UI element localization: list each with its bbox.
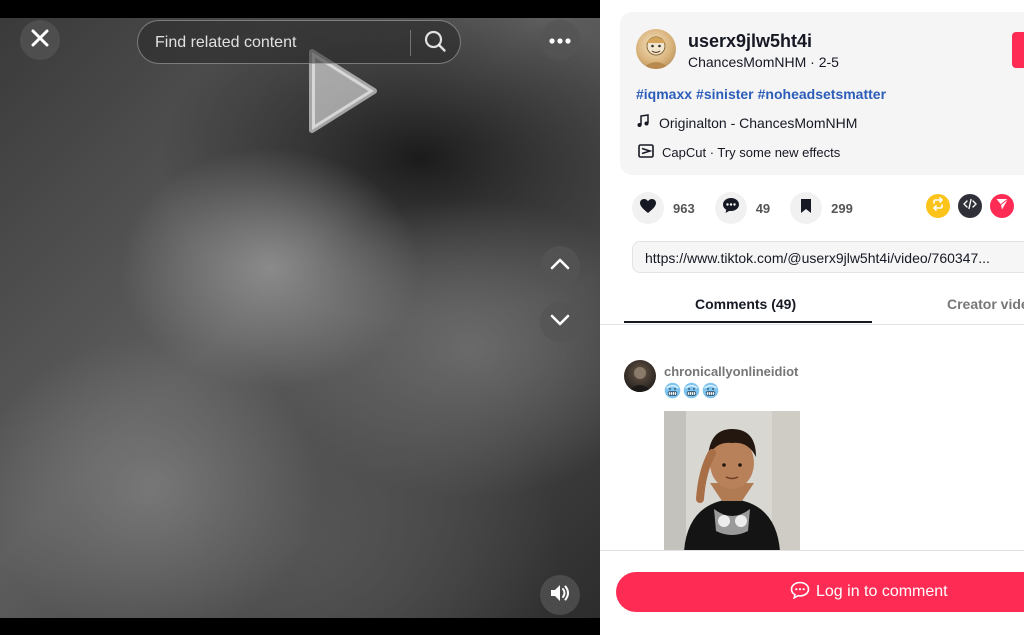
more-icon xyxy=(549,31,571,49)
capcut-label: CapCut · Try some new effects xyxy=(662,144,841,160)
cold-face-emoji-icon xyxy=(664,382,681,404)
embed-button[interactable] xyxy=(958,194,982,218)
video-player[interactable] xyxy=(0,0,600,635)
author-card: userx9jlw5ht4i ChancesMomNHM · 2-5 #iqma… xyxy=(620,12,1024,175)
music-label: Originalton - ChancesMomNHM xyxy=(659,114,858,131)
capcut-icon xyxy=(638,143,654,161)
commenter-avatar[interactable] xyxy=(624,360,656,392)
post-date: 2-5 xyxy=(818,54,839,70)
heart-icon xyxy=(639,198,657,219)
active-tab-indicator xyxy=(624,321,872,323)
embed-code-icon xyxy=(963,197,977,215)
author-avatar[interactable] xyxy=(636,29,676,69)
login-label: Log in to comment xyxy=(816,583,948,600)
music-link[interactable]: Originalton - ChancesMomNHM xyxy=(636,114,857,131)
next-video-button[interactable] xyxy=(540,302,580,342)
comment-count: 49 xyxy=(755,200,771,216)
cold-face-emoji-icon xyxy=(683,382,700,404)
comment-circle xyxy=(714,192,747,224)
comment-footer: Log in to comment xyxy=(600,550,1024,635)
bookmark-icon xyxy=(800,198,812,219)
comment-text xyxy=(664,382,719,404)
chevron-down-icon xyxy=(550,313,570,331)
close-button[interactable] xyxy=(20,20,60,60)
capcut-link[interactable]: CapCut · Try some new effects xyxy=(632,139,846,165)
send-button[interactable] xyxy=(990,194,1014,218)
share-icons xyxy=(926,194,1014,218)
tab-comments[interactable]: Comments (49) xyxy=(695,296,796,312)
cold-face-emoji-icon xyxy=(702,382,719,404)
comment-button[interactable]: 49 xyxy=(714,192,771,224)
like-button[interactable]: 963 xyxy=(632,192,695,224)
tab-creator-videos[interactable]: Creator videos xyxy=(947,296,1024,312)
comment-image[interactable] xyxy=(664,411,800,551)
volume-button[interactable] xyxy=(540,575,580,615)
chevron-up-icon xyxy=(550,257,570,275)
video-link-box: https://www.tiktok.com/@userx9jlw5ht4i/v… xyxy=(632,241,1024,273)
like-count: 963 xyxy=(673,200,695,216)
follow-button[interactable] xyxy=(1012,32,1024,68)
more-options-button[interactable] xyxy=(540,20,580,60)
video-link-text[interactable]: https://www.tiktok.com/@userx9jlw5ht4i/v… xyxy=(645,250,1015,266)
save-circle xyxy=(790,192,823,224)
search-divider xyxy=(410,30,411,56)
commenter-username[interactable]: chronicallyonlineidiot xyxy=(664,364,798,379)
previous-video-button[interactable] xyxy=(540,246,580,286)
music-note-icon xyxy=(636,114,650,131)
author-display-name: ChancesMomNHM xyxy=(688,54,807,70)
volume-icon xyxy=(549,583,571,608)
comment-bubble-icon xyxy=(790,581,810,604)
like-circle xyxy=(632,192,664,224)
save-count: 299 xyxy=(831,200,853,216)
separator: · xyxy=(806,54,819,70)
search-button[interactable] xyxy=(421,29,449,58)
hashtag-link[interactable]: #iqmaxx xyxy=(636,86,692,102)
comment-icon xyxy=(722,197,740,219)
repost-button[interactable] xyxy=(926,194,950,218)
login-to-comment-button[interactable]: Log in to comment xyxy=(616,572,1024,612)
author-subline: ChancesMomNHM · 2-5 xyxy=(688,54,839,70)
hashtag-list: #iqmaxx #sinister #noheadsetsmatter xyxy=(636,86,890,102)
search-bar xyxy=(137,20,461,64)
search-input[interactable] xyxy=(153,31,407,55)
hashtag-link[interactable]: #noheadsetsmatter xyxy=(758,86,886,102)
repost-icon xyxy=(931,196,945,216)
tab-bar: Comments (49) Creator videos xyxy=(600,284,1024,325)
save-button[interactable]: 299 xyxy=(790,192,853,224)
close-icon xyxy=(31,29,49,52)
detail-panel: userx9jlw5ht4i ChancesMomNHM · 2-5 #iqma… xyxy=(600,0,1024,635)
search-icon xyxy=(423,29,447,58)
author-username[interactable]: userx9jlw5ht4i xyxy=(688,31,812,52)
hashtag-link[interactable]: #sinister xyxy=(696,86,754,102)
action-bar: 963 49 299 xyxy=(632,192,873,224)
video-frame[interactable] xyxy=(0,18,600,618)
send-icon xyxy=(995,197,1009,216)
